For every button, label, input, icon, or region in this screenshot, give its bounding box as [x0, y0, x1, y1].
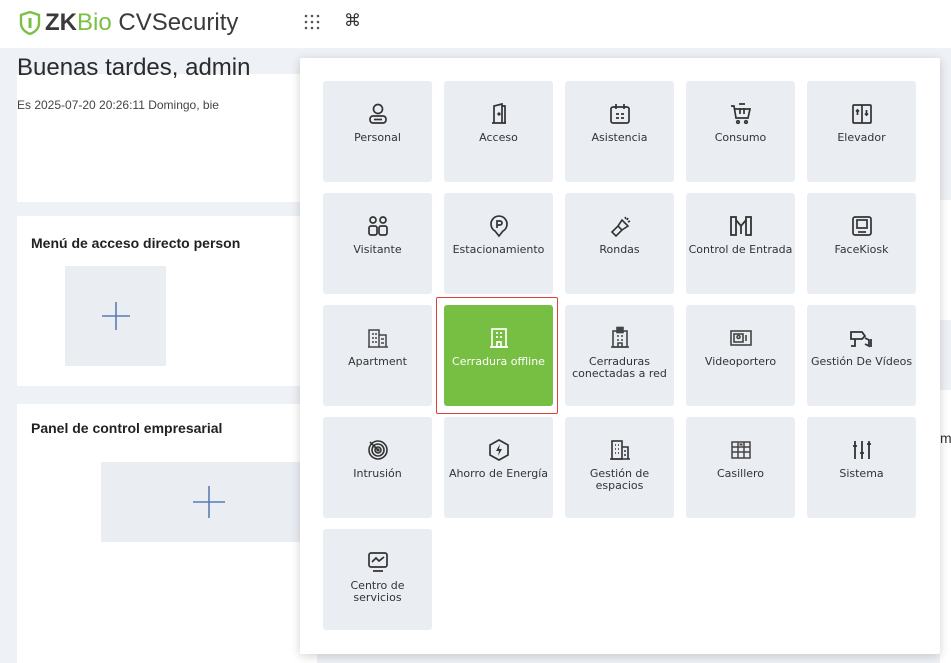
business-panel-card: Panel de control empresarial: [17, 404, 317, 663]
module-tile-elevador[interactable]: Elevador: [807, 81, 916, 182]
flashlight-icon: [607, 213, 633, 239]
elevator-icon: [849, 101, 875, 127]
module-tile-control-entrada[interactable]: Control de Entrada: [686, 193, 795, 294]
office-building-icon: [607, 437, 633, 463]
person-icon: [365, 101, 391, 127]
module-tile-estacionamiento[interactable]: Estacionamiento: [444, 193, 553, 294]
quick-access-add-button[interactable]: [65, 266, 166, 366]
parking-icon: [486, 213, 512, 239]
locker-icon: [728, 437, 754, 463]
module-label: Acceso: [479, 132, 518, 144]
business-panel-add-button[interactable]: [101, 462, 317, 542]
module-tile-asistencia[interactable]: Asistencia: [565, 81, 674, 182]
building-network-icon: [607, 325, 633, 351]
module-label: Consumo: [714, 132, 767, 144]
module-tile-videoportero[interactable]: Videoportero: [686, 305, 795, 406]
radar-icon: [365, 437, 391, 463]
module-tile-gestion-videos[interactable]: Gestión De Vídeos: [807, 305, 916, 406]
module-tile-facekiosk[interactable]: FaceKiosk: [807, 193, 916, 294]
top-header: ZKBio CVSecurity ⌘: [0, 0, 951, 48]
app-logo[interactable]: ZKBio CVSecurity: [19, 8, 238, 38]
module-menu-panel: Personal Acceso Asistencia Consumo Eleva…: [300, 58, 940, 654]
monitor-chart-icon: [365, 549, 391, 575]
energy-icon: [486, 437, 512, 463]
module-label: Elevador: [837, 132, 886, 144]
right-card-peek-text: m: [940, 430, 951, 446]
module-label: Sistema: [839, 468, 884, 480]
greeting-date-line: Es 2025-07-20 20:26:11 Domingo, bie: [17, 98, 219, 112]
module-label: Apartment: [348, 356, 407, 368]
module-label: Ahorro de Energía: [448, 468, 549, 480]
greeting-card: [17, 74, 317, 202]
apartment-icon: [365, 325, 391, 351]
sliders-icon: [849, 437, 875, 463]
module-tile-gestion-espacios[interactable]: Gestión de espacios: [565, 417, 674, 518]
module-label: Control de Entrada: [688, 244, 793, 256]
module-label: Asistencia: [591, 132, 648, 144]
module-label: Gestión de espacios: [589, 468, 650, 492]
module-tile-visitante[interactable]: Visitante: [323, 193, 432, 294]
calendar-icon: [607, 101, 633, 127]
module-label: Centro de servicios: [350, 580, 405, 604]
module-tile-acceso[interactable]: Acceso: [444, 81, 553, 182]
module-tile-consumo[interactable]: Consumo: [686, 81, 795, 182]
plus-icon: [101, 302, 130, 330]
module-tile-centro-servicios[interactable]: Centro de servicios: [323, 529, 432, 630]
apps-grid-icon[interactable]: [303, 13, 321, 31]
kiosk-icon: [849, 213, 875, 239]
module-label: Gestión De Vídeos: [810, 356, 913, 368]
logo-text: ZKBio CVSecurity: [45, 9, 239, 36]
greeting-title: Buenas tardes, admin: [17, 54, 251, 81]
module-tile-apartment[interactable]: Apartment: [323, 305, 432, 406]
video-intercom-icon: [728, 325, 754, 351]
module-tile-cerraduras-red[interactable]: Cerraduras conectadas a red: [565, 305, 674, 406]
module-tile-intrusion[interactable]: Intrusión: [323, 417, 432, 518]
turnstile-icon: [728, 213, 754, 239]
visitors-icon: [365, 213, 391, 239]
command-icon[interactable]: ⌘: [344, 11, 361, 31]
module-label: Casillero: [716, 468, 765, 480]
door-icon: [486, 101, 512, 127]
cart-icon: [728, 101, 754, 127]
right-card-partial: [940, 200, 951, 320]
active-tile-highlight: [436, 297, 558, 414]
module-label: Videoportero: [704, 356, 777, 368]
module-tile-rondas[interactable]: Rondas: [565, 193, 674, 294]
module-label: Cerraduras conectadas a red: [572, 356, 667, 380]
module-label: Rondas: [599, 244, 640, 256]
module-tile-casillero[interactable]: Casillero: [686, 417, 795, 518]
module-label: Personal: [354, 132, 401, 144]
module-tile-personal[interactable]: Personal: [323, 81, 432, 182]
module-label: FaceKiosk: [834, 244, 889, 256]
module-label: Intrusión: [353, 468, 402, 480]
business-panel-title: Panel de control empresarial: [31, 420, 223, 436]
plus-icon: [193, 486, 225, 518]
quick-access-card: Menú de acceso directo person: [17, 216, 317, 386]
quick-access-title: Menú de acceso directo person: [31, 235, 241, 251]
module-label: Visitante: [353, 244, 402, 256]
module-tile-ahorro-energia[interactable]: Ahorro de Energía: [444, 417, 553, 518]
camera-icon: [849, 325, 875, 351]
module-label: Estacionamiento: [452, 244, 545, 256]
module-tile-sistema[interactable]: Sistema: [807, 417, 916, 518]
shield-logo-icon: [19, 11, 41, 35]
